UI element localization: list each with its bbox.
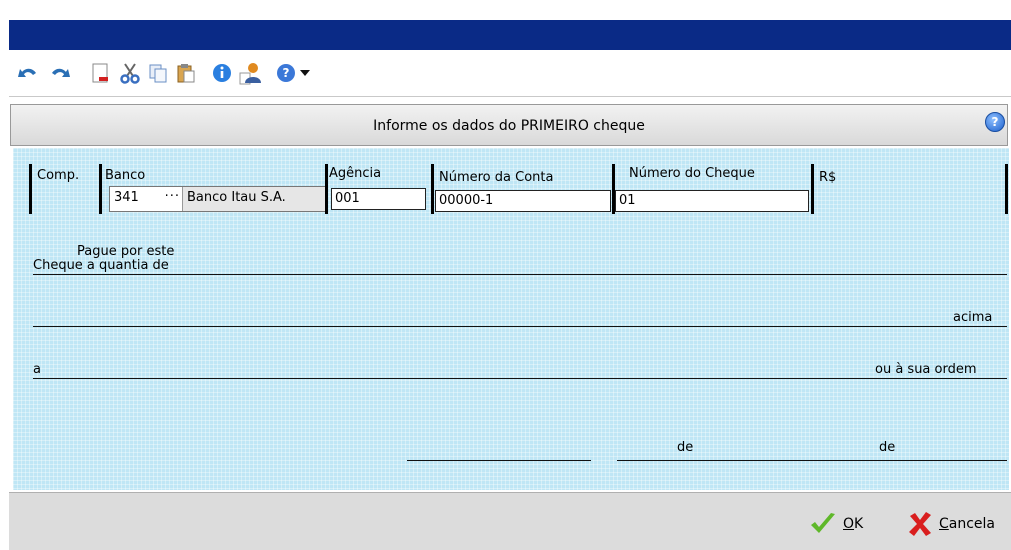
de-text-2: de [879, 440, 896, 455]
chevron-down-icon[interactable] [297, 60, 313, 86]
comp-label: Comp. [37, 168, 80, 183]
redo-icon[interactable] [47, 60, 73, 86]
banco-label: Banco [105, 168, 146, 183]
user-icon[interactable] [237, 60, 263, 86]
agencia-label: Agência [329, 166, 382, 181]
info-icon[interactable] [209, 60, 235, 86]
banco-name: Banco Itau S.A. [183, 187, 327, 211]
cheque-input[interactable]: 01 [615, 190, 809, 212]
date-line [617, 460, 1007, 461]
help-icon[interactable]: ? [985, 112, 1005, 132]
dialog-window: ? Informe os dados do PRIMEIRO cheque ? … [9, 0, 1011, 550]
title-gap [9, 0, 1011, 20]
payee-line [33, 378, 1007, 379]
divider [325, 164, 328, 214]
divider [1005, 164, 1008, 214]
title-bar[interactable] [9, 20, 1011, 50]
new-document-icon[interactable] [87, 60, 113, 86]
cancel-label: Cancela [939, 516, 996, 532]
svg-text:?: ? [283, 66, 290, 80]
conta-label: Número da Conta [439, 170, 554, 185]
ok-button[interactable]: OK [809, 511, 863, 537]
cut-icon[interactable] [117, 60, 143, 86]
checkmark-icon [811, 513, 835, 533]
banco-field[interactable]: 341 ··· Banco Itau S.A. [109, 186, 328, 212]
pague-text-1: Pague por este [77, 244, 175, 259]
ok-label: OK [843, 516, 864, 532]
close-icon [909, 512, 931, 536]
city-line [407, 460, 591, 461]
ordem-text: ou à sua ordem [875, 362, 977, 377]
divider [811, 164, 814, 214]
agencia-input[interactable]: 001 [331, 188, 426, 210]
banco-lookup-button[interactable]: ··· [165, 189, 180, 204]
banco-code-value: 341 [114, 190, 139, 205]
copy-icon[interactable] [145, 60, 171, 86]
conta-input[interactable]: 00000-1 [435, 190, 611, 212]
cheque-panel: Comp. Banco 341 ··· Banco Itau S.A. Agên… [13, 148, 1009, 490]
a-text: a [33, 362, 41, 377]
amount-line-2 [33, 326, 1007, 327]
cancel-button[interactable]: Cancela [907, 511, 995, 537]
help-icon[interactable]: ? [273, 60, 299, 86]
valor-label: R$ [819, 170, 837, 185]
footer-bar: OK Cancela [9, 492, 1011, 550]
de-text-1: de [677, 440, 694, 455]
section-header: Informe os dados do PRIMEIRO cheque ? [10, 104, 1008, 146]
amount-line [33, 274, 1007, 275]
acima-text: acima [953, 310, 993, 325]
toolbar: ? [9, 50, 1011, 97]
divider [29, 164, 32, 214]
header-title: Informe os dados do PRIMEIRO cheque [373, 118, 645, 134]
pague-text-2: Cheque a quantia de [33, 258, 169, 273]
divider [431, 164, 434, 214]
divider [99, 164, 102, 214]
undo-icon[interactable] [15, 60, 41, 86]
banco-code[interactable]: 341 ··· [110, 187, 183, 211]
cheque-label: Número do Cheque [629, 166, 755, 181]
paste-icon[interactable] [173, 60, 199, 86]
